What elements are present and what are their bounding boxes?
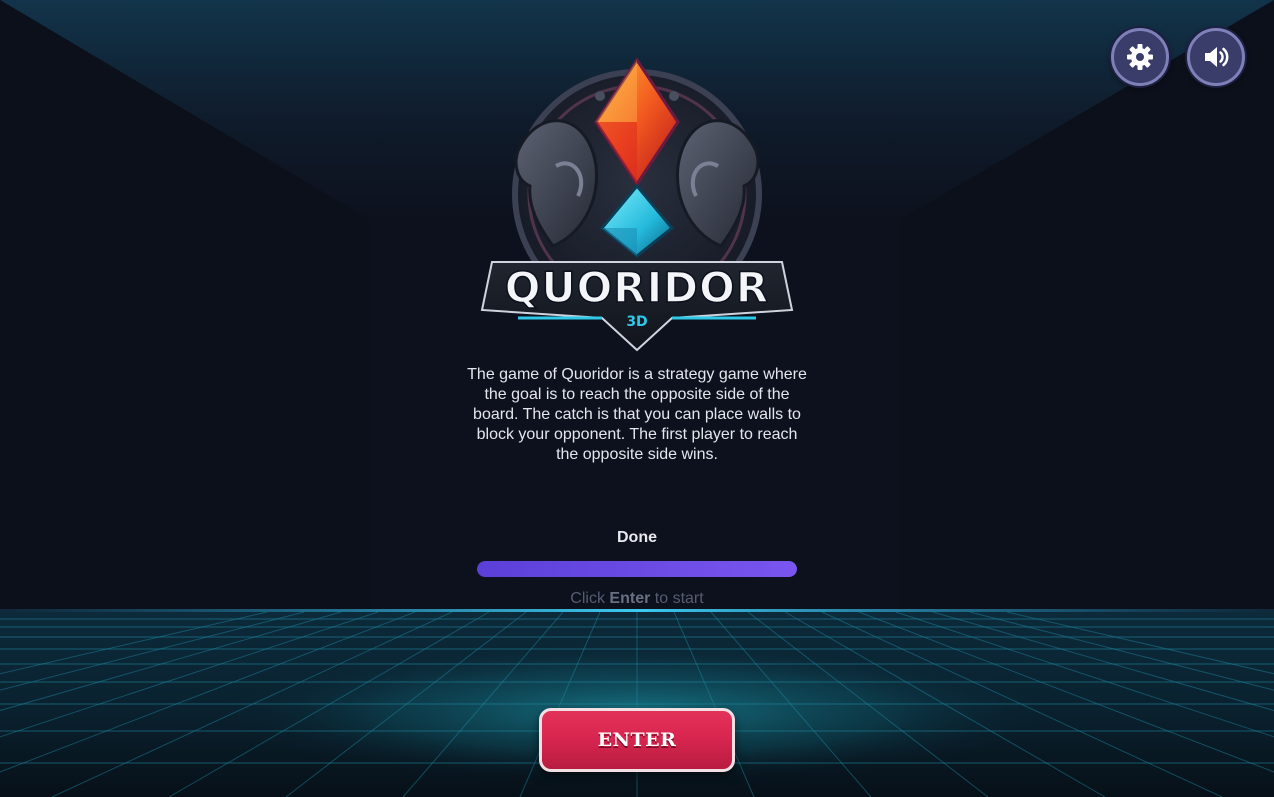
hint-key: Enter [609,590,651,607]
hint-prefix: Click [570,590,605,607]
game-description: The game of Quoridor is a strategy game … [467,366,807,463]
quoridor-logo: QUORIDOR 3D [480,57,794,352]
speaker-icon [1205,47,1229,67]
logo-subtitle: 3D [626,314,647,330]
game-screen: QUORIDOR 3D The game of Quoridor is a st… [0,0,1274,797]
loading-progress-fill [477,561,797,577]
gear-icon [1127,44,1153,70]
loading-progress-bar [477,561,797,577]
start-hint: Click Enter to start [487,590,787,608]
hint-suffix: to start [654,590,704,607]
enter-button[interactable]: ENTER [539,708,735,772]
logo-title: QUORIDOR [505,263,769,312]
settings-button[interactable] [1111,28,1169,86]
sound-button[interactable] [1187,28,1245,86]
loading-status: Done [617,529,657,546]
enter-button-label: ENTER [597,729,677,751]
